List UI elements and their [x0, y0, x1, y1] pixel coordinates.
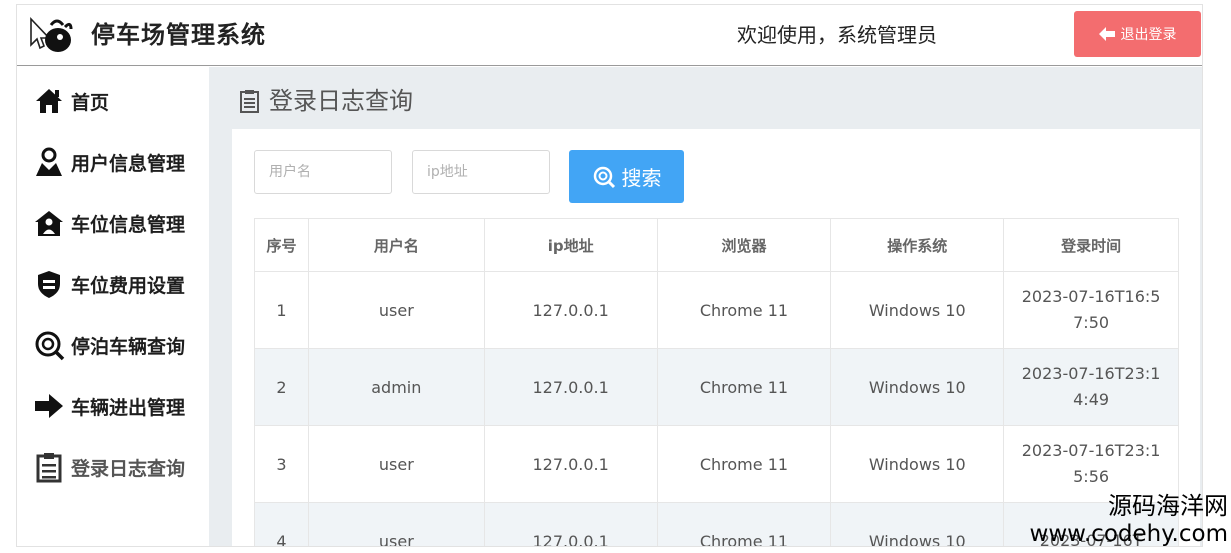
cell-browser: Chrome 11 [656, 425, 832, 503]
cell-ip: 127.0.0.1 [483, 348, 658, 426]
logout-label: 退出登录 [1120, 27, 1177, 43]
cell-username: user [307, 502, 485, 546]
table-row: 1 user 127.0.0.1 Chrome 11 Windows 10 20… [254, 271, 1179, 349]
username-input[interactable] [254, 150, 392, 194]
app-window: 停车场管理系统 欢迎使用，系统管理员 退出登录 首页 用户信息管理 车位信息管理… [16, 4, 1203, 547]
exit-arrow-icon [1098, 27, 1115, 41]
bird-logo-icon [30, 16, 73, 52]
cell-os: Windows 10 [830, 502, 1005, 546]
cell-username: user [307, 271, 485, 349]
welcome-text: 欢迎使用，系统管理员 [737, 23, 937, 47]
column-header-ip: ip地址 [483, 218, 658, 272]
parking-house-icon [35, 211, 63, 236]
column-header-index: 序号 [254, 218, 309, 272]
sidebar-item-label: 用户信息管理 [71, 152, 186, 175]
search-button[interactable]: 搜索 [569, 150, 684, 203]
sidebar-item-label: 停泊车辆查询 [71, 335, 186, 358]
cell-browser: Chrome 11 [656, 502, 832, 546]
top-header: 停车场管理系统 欢迎使用，系统管理员 退出登录 [17, 5, 1202, 66]
cell-username: admin [307, 348, 485, 426]
cell-os: Windows 10 [830, 348, 1005, 426]
main-content: 登录日志查询 搜索 序号 用户名 ip地址 浏览器 [209, 67, 1202, 546]
sidebar-item-parked-vehicle-query[interactable]: 停泊车辆查询 [33, 327, 203, 363]
clipboard-icon [36, 453, 62, 483]
cell-login-time: 2023-07-16T16:57:50 [1003, 271, 1179, 349]
sidebar-item-user-management[interactable]: 用户信息管理 [33, 144, 203, 180]
table-row: 2 admin 127.0.0.1 Chrome 11 Windows 10 2… [254, 348, 1179, 426]
cell-os: Windows 10 [830, 425, 1005, 503]
cell-login-time: 2023-07-16T23:15:56 [1003, 425, 1179, 503]
column-header-os: 操作系统 [830, 218, 1005, 272]
cell-index: 4 [254, 502, 309, 546]
page-title: 登录日志查询 [239, 85, 413, 117]
cell-ip: 127.0.0.1 [483, 502, 658, 546]
cell-index: 3 [254, 425, 309, 503]
cell-username: user [307, 425, 485, 503]
cell-login-time: 2023-07-16T23:14:49 [1003, 348, 1179, 426]
sidebar: 首页 用户信息管理 车位信息管理 车位费用设置 停泊车辆查询 车辆进出管理 登录… [17, 67, 209, 546]
table-row: 4 user 127.0.0.1 Chrome 11 Windows 10 20… [254, 502, 1179, 546]
column-header-browser: 浏览器 [656, 218, 832, 272]
sidebar-item-label: 首页 [71, 91, 110, 114]
sidebar-item-label: 车位费用设置 [71, 274, 186, 297]
cell-login-time: 2023-07-16T [1003, 502, 1179, 546]
column-header-login-time: 登录时间 [1003, 218, 1179, 272]
user-icon [36, 147, 62, 176]
log-card: 搜索 序号 用户名 ip地址 浏览器 操作系统 登录时间 1 [232, 129, 1200, 546]
app-title: 停车场管理系统 [91, 21, 266, 49]
sidebar-item-space-management[interactable]: 车位信息管理 [33, 205, 203, 241]
cell-browser: Chrome 11 [656, 348, 832, 426]
arrow-right-icon [35, 394, 63, 418]
sidebar-item-label: 车位信息管理 [71, 213, 186, 236]
search-icon [35, 331, 65, 361]
sidebar-item-home[interactable]: 首页 [33, 83, 203, 119]
clipboard-icon [240, 90, 259, 113]
column-header-username: 用户名 [307, 218, 485, 272]
page-title-text: 登录日志查询 [269, 87, 413, 115]
shield-fee-icon [38, 271, 60, 298]
login-log-table: 序号 用户名 ip地址 浏览器 操作系统 登录时间 1 user 127.0.0… [254, 218, 1179, 546]
table-row: 3 user 127.0.0.1 Chrome 11 Windows 10 20… [254, 425, 1179, 503]
cell-browser: Chrome 11 [656, 271, 832, 349]
sidebar-item-label: 登录日志查询 [71, 457, 186, 480]
cell-ip: 127.0.0.1 [483, 271, 658, 349]
sidebar-item-login-log[interactable]: 登录日志查询 [33, 449, 203, 485]
cell-os: Windows 10 [830, 271, 1005, 349]
search-label: 搜索 [621, 166, 662, 190]
sidebar-item-vehicle-entry-exit[interactable]: 车辆进出管理 [33, 388, 203, 424]
cell-index: 2 [254, 348, 309, 426]
search-icon [593, 166, 615, 188]
sidebar-item-fee-settings[interactable]: 车位费用设置 [33, 266, 203, 302]
ip-input[interactable] [412, 150, 550, 194]
table-header-row: 序号 用户名 ip地址 浏览器 操作系统 登录时间 [254, 218, 1179, 272]
cell-ip: 127.0.0.1 [483, 425, 658, 503]
logout-button[interactable]: 退出登录 [1074, 11, 1201, 57]
home-icon [36, 89, 62, 113]
cell-index: 1 [254, 271, 309, 349]
sidebar-item-label: 车辆进出管理 [71, 396, 186, 419]
